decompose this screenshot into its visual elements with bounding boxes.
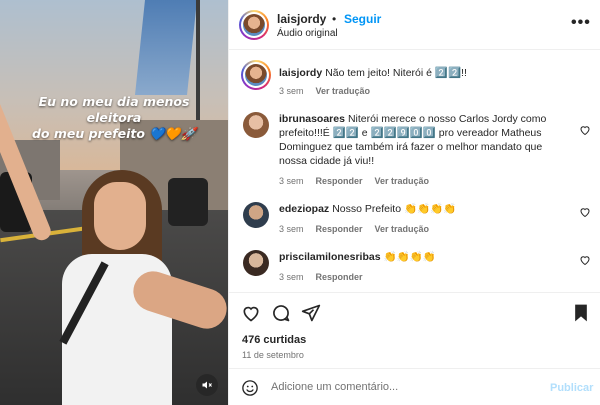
like-heart-icon[interactable] [241, 303, 261, 323]
avatar[interactable] [243, 250, 269, 276]
post-date[interactable]: 11 de setembro [242, 350, 304, 360]
media-caption-line: Eu no meu dia menos eleitora [38, 94, 190, 125]
media-caption-emojis: 💙🧡🚀 [149, 126, 197, 141]
avatar[interactable] [243, 202, 269, 228]
avatar[interactable] [239, 10, 269, 40]
comment-time[interactable]: 3 sem [279, 176, 304, 186]
emoji-smiley-icon[interactable] [241, 379, 259, 397]
speaker-muted-icon [202, 381, 212, 389]
comment-body: ibrunasoares Niterói merece o nosso Carlo… [279, 112, 569, 188]
reply-button[interactable]: Responder [316, 272, 363, 282]
comment-text: 👏👏👏👏 [383, 251, 436, 263]
add-comment-bar: Publicar [229, 368, 600, 405]
header-separator: • [332, 12, 337, 26]
avatar[interactable] [241, 60, 271, 90]
comment-text: Nosso Prefeito 👏👏👏👏 [332, 203, 457, 215]
like-comment-heart-icon[interactable] [579, 124, 591, 136]
translate-link[interactable]: Ver tradução [375, 176, 430, 186]
comment-body: priscilamilonesribas 👏👏👏👏 3 sem Responder [279, 250, 569, 284]
post-header: laisjordy • Seguir Áudio original ••• [229, 0, 600, 50]
reply-button[interactable]: Responder [316, 224, 363, 234]
post-media[interactable]: Eu no meu dia menos eleitora do meu pref… [0, 0, 228, 405]
comment-meta: 3 sem Responder Ver tradução [279, 222, 569, 236]
media-caption-line: do meu prefeito 💙🧡🚀 [10, 126, 218, 142]
follow-button[interactable]: Seguir [344, 12, 381, 26]
translate-link[interactable]: Ver tradução [375, 224, 430, 234]
more-options-icon[interactable]: ••• [571, 14, 591, 32]
media-caption-text: do meu prefeito [31, 126, 145, 141]
comment-time[interactable]: 3 sem [279, 224, 304, 234]
audio-link[interactable]: Áudio original [277, 28, 338, 39]
media-caption: Eu no meu dia menos eleitora do meu pref… [0, 94, 228, 142]
comment-username[interactable]: ibrunasoares [279, 113, 345, 125]
comment-bubble-icon[interactable] [271, 303, 291, 323]
comment-username[interactable]: priscilamilonesribas [279, 251, 381, 263]
post-side-panel: laisjordy • Seguir Áudio original ••• la… [228, 0, 600, 405]
mute-button[interactable] [196, 374, 218, 396]
comment-meta: 3 sem Responder Ver tradução [279, 174, 569, 188]
likes-count[interactable]: 476 curtidas [242, 334, 306, 346]
caption-text: Não tem jeito! Niterói é 2️⃣2️⃣!! [325, 67, 467, 79]
header-username[interactable]: laisjordy [277, 12, 326, 26]
post-actions [229, 292, 600, 332]
save-bookmark-icon[interactable] [571, 303, 591, 323]
comment-input[interactable] [271, 375, 541, 399]
caption-body: laisjordy Não tem jeito! Niterói é 2️⃣2️⃣… [279, 66, 569, 98]
translate-link[interactable]: Ver tradução [316, 86, 371, 96]
share-paper-plane-icon[interactable] [301, 303, 321, 323]
caption-username[interactable]: laisjordy [279, 67, 322, 79]
avatar[interactable] [243, 112, 269, 138]
like-comment-heart-icon[interactable] [579, 254, 591, 266]
media-person-face [94, 182, 146, 250]
media-banner [135, 0, 197, 95]
like-comment-heart-icon[interactable] [579, 206, 591, 218]
comment-meta: 3 sem Responder [279, 270, 569, 284]
caption-time[interactable]: 3 sem [279, 86, 304, 96]
reply-button[interactable]: Responder [316, 176, 363, 186]
comment-username[interactable]: edeziopaz [279, 203, 329, 215]
caption-meta: 3 sem Ver tradução [279, 84, 569, 98]
comment-time[interactable]: 3 sem [279, 272, 304, 282]
comment-body: edeziopaz Nosso Prefeito 👏👏👏👏 3 sem Respon… [279, 202, 569, 236]
comments-list[interactable]: laisjordy Não tem jeito! Niterói é 2️⃣2️⃣… [229, 52, 600, 290]
publish-button[interactable]: Publicar [550, 382, 593, 394]
